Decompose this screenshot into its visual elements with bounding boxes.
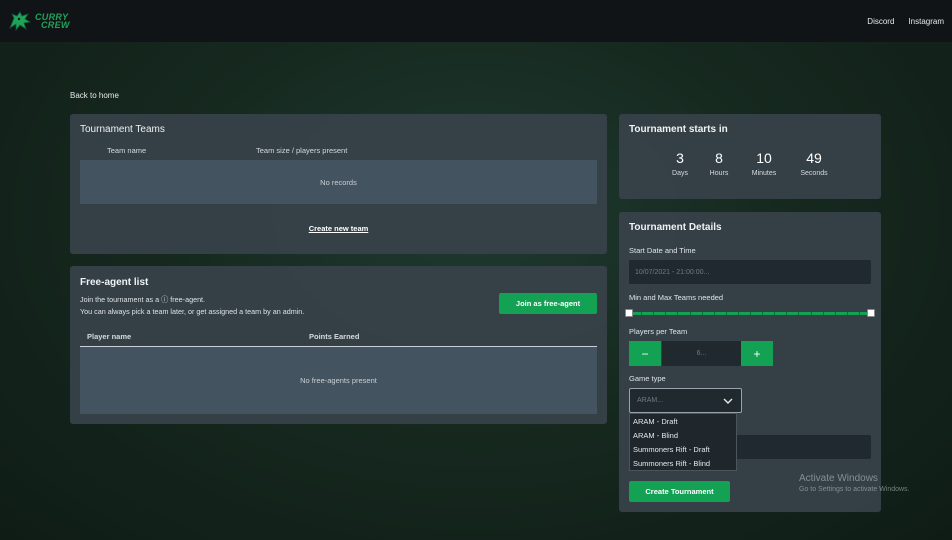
slider-tick (835, 312, 836, 315)
slider-tick (738, 312, 739, 315)
slider-tick (714, 312, 715, 315)
teams-panel-title: Tournament Teams (80, 124, 165, 135)
slider-tick (750, 312, 751, 315)
countdown-minutes-label: Minutes (751, 170, 777, 177)
slider-tick (847, 312, 848, 315)
countdown-hours-label: Hours (709, 170, 729, 177)
countdown-seconds-value: 49 (806, 150, 822, 166)
slider-tick (702, 312, 703, 315)
create-new-team-link[interactable]: Create new team (70, 224, 607, 233)
countdown-title: Tournament starts in (629, 124, 728, 135)
countdown-seconds: 49 Seconds (789, 150, 839, 177)
slider-tick (677, 312, 678, 315)
game-type-select[interactable]: ARAM... (629, 388, 742, 413)
slider-tick (823, 312, 824, 315)
decrement-button[interactable]: − (629, 341, 661, 366)
countdown-minutes-value: 10 (756, 150, 772, 166)
slider-tick (811, 312, 812, 315)
join-free-agent-button[interactable]: Join as free-agent (499, 293, 597, 314)
countdown-minutes: 10 Minutes (739, 150, 789, 177)
dragon-logo-icon (9, 11, 32, 32)
countdown-seconds-label: Seconds (800, 170, 828, 177)
slider-max-handle[interactable] (867, 309, 875, 317)
logo-text: CURRY CREW (35, 13, 70, 30)
slider-tick (653, 312, 654, 315)
nav-link-discord[interactable]: Discord (867, 17, 894, 26)
slider-tick (690, 312, 691, 315)
free-agents-empty-state: No free-agents present (80, 347, 597, 414)
slider-tick (798, 312, 799, 315)
watermark-title: Activate Windows (799, 473, 878, 484)
increment-button[interactable]: + (741, 341, 773, 366)
top-navbar: CURRY CREW Discord Instagram (0, 0, 952, 42)
logo-line-2: CREW (41, 20, 70, 30)
game-type-option[interactable]: Summoners Rift - Draft (630, 442, 736, 456)
tournament-teams-panel: Tournament Teams Team name Team size / p… (70, 114, 607, 254)
column-header-player-name: Player name (87, 332, 132, 341)
free-agent-description-2: You can always pick a team later, or get… (80, 307, 305, 316)
slider-tick (762, 312, 763, 315)
countdown-panel: Tournament starts in 3 Days 8 Hours 10 M… (619, 114, 881, 199)
players-per-team-label: Players per Team (629, 327, 688, 336)
slider-min-handle[interactable] (625, 309, 633, 317)
start-date-label: Start Date and Time (629, 246, 696, 255)
players-per-team-input[interactable]: 6... (662, 341, 741, 366)
slider-tick (774, 312, 775, 315)
nav-links: Discord Instagram (867, 17, 944, 26)
free-agent-description-1: Join the tournament as a ⓘ free-agent. (80, 295, 206, 304)
watermark-subtitle: Go to Settings to activate Windows. (799, 486, 910, 493)
back-to-home-link[interactable]: Back to home (70, 91, 119, 100)
game-type-option[interactable]: ARAM - Draft (630, 414, 736, 428)
game-type-dropdown: ARAM - Draft ARAM - Blind Summoners Rift… (629, 413, 737, 471)
chevron-down-icon (723, 398, 733, 404)
slider-tick (665, 312, 666, 315)
details-title: Tournament Details (629, 222, 722, 233)
teams-empty-state: No records (80, 160, 597, 204)
slider-tick (786, 312, 787, 315)
curry-crew-logo[interactable]: CURRY CREW (8, 10, 70, 32)
slider-tick (859, 312, 860, 315)
slider-tick (641, 312, 642, 315)
column-header-team-name: Team name (107, 146, 147, 155)
column-header-points-earned: Points Earned (309, 332, 360, 341)
free-agent-panel-title: Free-agent list (80, 277, 149, 288)
game-type-placeholder: ARAM... (637, 397, 664, 404)
nav-link-instagram[interactable]: Instagram (908, 17, 944, 26)
game-type-option[interactable]: Summoners Rift - Blind (630, 456, 736, 470)
game-type-option[interactable]: ARAM - Blind (630, 428, 736, 442)
column-header-team-size: Team size / players present (256, 146, 348, 155)
countdown-hours-value: 8 (715, 150, 723, 166)
slider-tick (726, 312, 727, 315)
activate-windows-watermark: Activate Windows Go to Settings to activ… (799, 473, 910, 493)
teams-range-label: Min and Max Teams needed (629, 293, 724, 302)
free-agent-panel: Free-agent list Join the tournament as a… (70, 266, 607, 424)
start-date-input[interactable]: 10/07/2021 - 21:00:00... (629, 260, 871, 284)
game-type-label: Game type (629, 374, 666, 383)
countdown-hours: 8 Hours (694, 150, 744, 177)
create-tournament-button[interactable]: Create Tournament (629, 481, 730, 502)
